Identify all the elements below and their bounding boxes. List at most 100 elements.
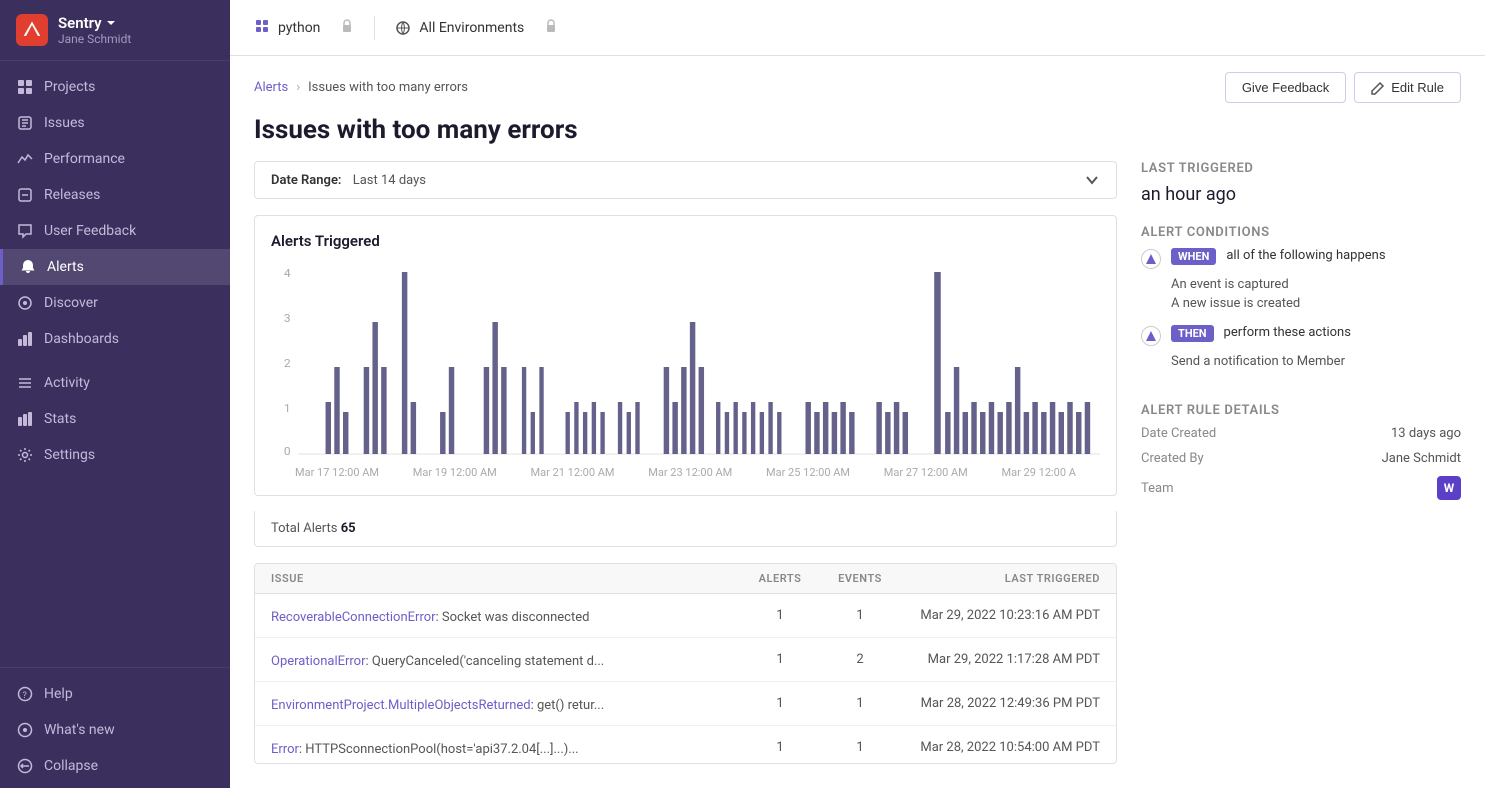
chart-title: Alerts Triggered xyxy=(271,232,1100,250)
x-label-3: Mar 21 12:00 AM xyxy=(531,466,615,479)
edit-rule-button[interactable]: Edit Rule xyxy=(1354,72,1461,103)
left-column: Date Range: Last 14 days Alerts Triggere… xyxy=(254,161,1117,764)
env-lock-icon xyxy=(544,18,558,37)
issue-link[interactable]: OperationalError xyxy=(271,654,366,669)
main-content: python All Environments Alerts › Issues … xyxy=(230,0,1485,788)
issue-link[interactable]: Error xyxy=(271,742,299,757)
last-triggered-section: Last Triggered an hour ago xyxy=(1141,161,1461,205)
events-cell: 2 xyxy=(820,652,900,667)
right-column: Last Triggered an hour ago Alert Conditi… xyxy=(1141,161,1461,764)
when-conditions-list: An event is captured A new issue is crea… xyxy=(1171,275,1461,313)
alerts-cell: 1 xyxy=(740,696,820,711)
x-label-7: Mar 29 12:00 A xyxy=(1002,466,1076,479)
sidebar-item-whats-new[interactable]: What's new xyxy=(0,712,230,748)
project-selector[interactable]: python xyxy=(254,18,320,38)
table-header: ISSUE ALERTS EVENTS LAST TRIGGERED xyxy=(255,564,1116,594)
give-feedback-button[interactable]: Give Feedback xyxy=(1225,72,1346,103)
sidebar-item-projects[interactable]: Projects xyxy=(0,69,230,105)
sidebar-item-releases[interactable]: Releases xyxy=(0,177,230,213)
breadcrumb-alerts-link[interactable]: Alerts xyxy=(254,80,288,95)
brand-user: Jane Schmidt xyxy=(58,32,131,46)
releases-icon xyxy=(16,186,34,204)
discover-icon xyxy=(16,294,34,312)
breadcrumb-current: Issues with too many errors xyxy=(308,80,468,95)
project-name: python xyxy=(278,20,320,36)
then-condition-icon xyxy=(1141,326,1161,346)
table-row: EnvironmentProject.MultipleObjectsReturn… xyxy=(255,682,1116,726)
alert-conditions-section: Alert Conditions WHEN all of the followi… xyxy=(1141,225,1461,383)
issue-link[interactable]: RecoverableConnectionError xyxy=(271,610,436,625)
col-last-triggered: LAST TRIGGERED xyxy=(900,572,1100,585)
sidebar-item-discover[interactable]: Discover xyxy=(0,285,230,321)
topbar: python All Environments xyxy=(230,0,1485,56)
col-events: EVENTS xyxy=(820,572,900,585)
activity-icon xyxy=(16,374,34,392)
sidebar-item-label: Discover xyxy=(44,295,98,311)
rule-details: Date Created 13 days ago Created By Jane… xyxy=(1141,426,1461,500)
last-triggered-value: an hour ago xyxy=(1141,184,1461,205)
created-by-label: Created By xyxy=(1141,451,1204,466)
issue-cell: RecoverableConnectionError: Socket was d… xyxy=(271,606,740,625)
x-label-4: Mar 23 12:00 AM xyxy=(648,466,732,479)
topbar-divider xyxy=(374,16,375,40)
sidebar-item-performance[interactable]: Performance xyxy=(0,141,230,177)
chart-area: 4 3 2 1 0 xyxy=(271,262,1100,462)
stats-icon xyxy=(16,410,34,428)
sidebar-item-label: Dashboards xyxy=(44,331,119,347)
when-condition-icon xyxy=(1141,249,1161,269)
date-created-row: Date Created 13 days ago xyxy=(1141,426,1461,441)
svg-text:4: 4 xyxy=(284,266,291,279)
collapse-icon xyxy=(16,757,34,775)
brand-name: Sentry xyxy=(58,14,131,32)
page-title: Issues with too many errors xyxy=(230,111,1485,161)
alerts-icon xyxy=(19,258,37,276)
breadcrumb-separator: › xyxy=(296,80,300,95)
sidebar-item-collapse[interactable]: Collapse xyxy=(0,748,230,784)
alerts-cell: 1 xyxy=(740,608,820,623)
alerts-chart: 4 3 2 1 0 xyxy=(271,262,1100,462)
team-row: Team W xyxy=(1141,476,1461,500)
dashboards-icon xyxy=(16,330,34,348)
svg-text:3: 3 xyxy=(284,311,291,324)
date-range-bar[interactable]: Date Range: Last 14 days xyxy=(254,161,1117,199)
sidebar-footer: ? Help What's new Collapse xyxy=(0,667,230,788)
projects-icon xyxy=(16,78,34,96)
rule-details-section: Alert Rule Details Date Created 13 days … xyxy=(1141,403,1461,500)
breadcrumb: Alerts › Issues with too many errors xyxy=(254,80,468,95)
then-condition-row: THEN perform these actions xyxy=(1141,325,1461,346)
table-row: OperationalError: QueryCanceled('canceli… xyxy=(255,638,1116,682)
issue-text: : get() retur... xyxy=(531,698,605,713)
sidebar-item-label: Releases xyxy=(44,187,100,203)
sidebar-item-label: Help xyxy=(44,686,73,702)
sidebar-item-help[interactable]: ? Help xyxy=(0,676,230,712)
sidebar-item-stats[interactable]: Stats xyxy=(0,401,230,437)
sidebar-item-dashboards[interactable]: Dashboards xyxy=(0,321,230,357)
sidebar-nav: Projects Issues Performance Releases xyxy=(0,61,230,667)
issue-link[interactable]: EnvironmentProject.MultipleObjectsReturn… xyxy=(271,698,531,713)
last-triggered-cell: Mar 29, 2022 1:17:28 AM PDT xyxy=(900,652,1100,667)
x-label-5: Mar 25 12:00 AM xyxy=(766,466,850,479)
sidebar: Sentry Jane Schmidt Projects Issues Per xyxy=(0,0,230,788)
content-area: Alerts › Issues with too many errors Giv… xyxy=(230,56,1485,788)
date-created-value: 13 days ago xyxy=(1391,426,1461,441)
x-label-2: Mar 19 12:00 AM xyxy=(413,466,497,479)
issue-text: : Socket was disconnected xyxy=(436,610,590,625)
sidebar-item-user-feedback[interactable]: User Feedback xyxy=(0,213,230,249)
sidebar-item-label: Alerts xyxy=(47,259,84,275)
sidebar-item-activity[interactable]: Activity xyxy=(0,365,230,401)
sidebar-header: Sentry Jane Schmidt xyxy=(0,0,230,61)
sidebar-item-label: Performance xyxy=(44,151,125,167)
last-triggered-title: Last Triggered xyxy=(1141,161,1461,176)
chevron-down-icon xyxy=(1084,172,1100,188)
environment-selector[interactable]: All Environments xyxy=(395,20,524,36)
total-alerts: Total Alerts 65 xyxy=(254,511,1117,547)
sidebar-item-issues[interactable]: Issues xyxy=(0,105,230,141)
then-badge: THEN xyxy=(1171,325,1214,342)
sidebar-item-alerts[interactable]: Alerts xyxy=(0,249,230,285)
team-label: Team xyxy=(1141,481,1174,496)
action-item-0: Send a notification to Member xyxy=(1171,352,1461,371)
sidebar-item-settings[interactable]: Settings xyxy=(0,437,230,473)
svg-text:1: 1 xyxy=(284,401,291,414)
edit-icon xyxy=(1371,81,1385,95)
table-row: RecoverableConnectionError: Socket was d… xyxy=(255,594,1116,638)
